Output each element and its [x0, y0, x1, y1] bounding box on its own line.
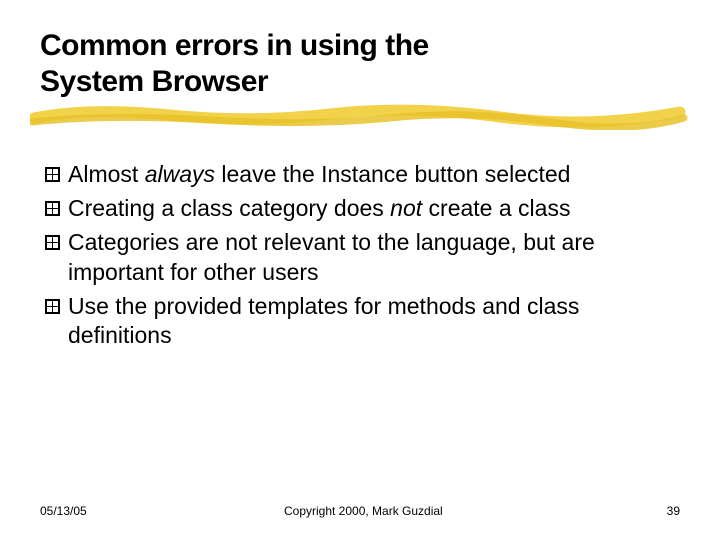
footer-date: 05/13/05 — [40, 504, 87, 518]
bullet-icon — [44, 298, 62, 321]
bullet-text: Categories are not relevant to the langu… — [68, 228, 680, 288]
bullet-icon — [44, 234, 62, 257]
bullet-text: Use the provided templates for methods a… — [68, 292, 680, 352]
footer-copyright: Copyright 2000, Mark Guzdial — [87, 504, 640, 518]
bullet-list: Almost always leave the Instance button … — [40, 160, 680, 351]
list-item: Creating a class category does not creat… — [44, 194, 680, 224]
title-underline — [40, 110, 680, 130]
list-item: Categories are not relevant to the langu… — [44, 228, 680, 288]
title-line-2: System Browser — [40, 65, 268, 98]
bullet-icon — [44, 166, 62, 189]
list-item: Almost always leave the Instance button … — [44, 160, 680, 190]
bullet-text: Creating a class category does not creat… — [68, 194, 570, 224]
slide-footer: 05/13/05 Copyright 2000, Mark Guzdial 39 — [40, 504, 680, 518]
bullet-text: Almost always leave the Instance button … — [68, 160, 570, 190]
title-line-1: Common errors in using the — [40, 29, 429, 62]
list-item: Use the provided templates for methods a… — [44, 292, 680, 352]
bullet-icon — [44, 200, 62, 223]
slide: Common errors in using the System Browse… — [0, 0, 720, 540]
footer-page-number: 39 — [640, 504, 680, 518]
slide-title: Common errors in using the System Browse… — [40, 28, 680, 100]
